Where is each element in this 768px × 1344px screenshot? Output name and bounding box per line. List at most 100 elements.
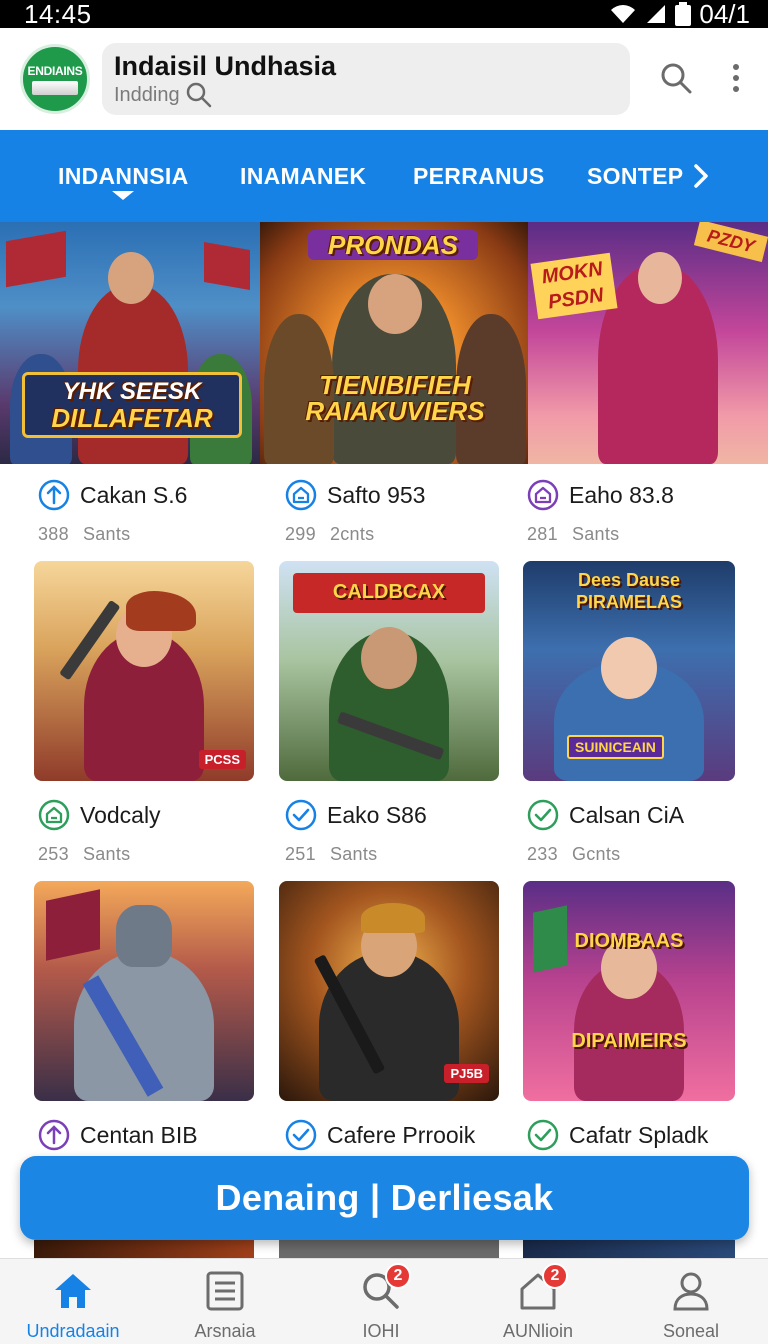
nav-item-profile[interactable]: Soneal [616,1259,766,1344]
item-title-row: Centan BIB [38,1118,198,1152]
wifi-icon [611,5,636,23]
character-head [108,252,154,304]
item-meta: 281 Sants [527,524,674,545]
tab-inamanek[interactable]: INAMANEK [240,130,366,222]
item-title: Cafere Prrooik [327,1121,476,1148]
item-title-row: Vodcaly [38,798,161,832]
status-bar: 14:45 04/1 [0,0,768,30]
character-head [368,274,422,334]
list-icon [203,1269,247,1313]
status-time: 14:45 [24,0,92,29]
chevron-right-icon[interactable] [690,163,712,189]
item-title: Vodcaly [80,801,161,828]
tab-label: SONTEP [587,162,684,189]
item-count: 253 [38,844,69,864]
header-search-button[interactable] [656,58,696,98]
logo-building-icon [32,80,78,95]
item-unit: 2cnts [329,524,375,544]
item-meta: 299 2cnts [285,524,425,545]
house-outline-icon: 2 [516,1263,568,1313]
overflow-menu-button[interactable] [724,58,748,98]
nav-item-house[interactable]: 2 AUNlioin [463,1259,613,1344]
item-meta: 253 Sants [38,844,161,865]
list-item[interactable]: Eaho 83.8 281 Sants [527,478,674,545]
game-tile[interactable]: DIOMBAAS DIPAIMEIRS [523,881,735,1101]
banner-panel-3[interactable]: MOKN PSDN PZDY [528,222,768,464]
game-tile[interactable]: Dees Dause PIRAMELAS SUINICEAIN [523,561,735,781]
game-tile[interactable]: CALDBCAX [279,561,499,781]
banner-caption-top: PRONDAS [308,230,478,260]
tab-sontep[interactable]: SONTEP [587,130,683,222]
nav-label: IOHI [362,1321,400,1341]
banner-panel-1[interactable]: YHK SEESK DILLAFETAR [0,222,260,464]
hair-shape [361,903,425,933]
item-count: 299 [285,524,316,544]
item-title: Centan BIB [80,1121,198,1148]
banner-caption: MOKN PSDN [530,252,618,320]
nav-label: Soneal [662,1321,720,1341]
tile-peek [523,1240,735,1258]
list-item[interactable]: Safto 953 299 2cnts [285,478,425,545]
item-title-row: Safto 953 [285,478,425,512]
caption-line: YHK SEESK [62,378,202,405]
tile-caption: DIOMBAAS DIPAIMEIRS [571,930,687,1052]
tile-peek [279,1240,499,1258]
tab-indannsia[interactable]: INDANNSIA [58,130,188,222]
game-tile[interactable] [34,881,254,1101]
battery-icon [675,2,692,26]
item-unit: Sants [571,524,620,544]
nav-label: Arsnaia [194,1321,256,1341]
nav-label: AUNlioin [502,1321,574,1341]
list-item[interactable]: Vodcaly 253 Sants [38,798,161,865]
item-unit: Sants [82,524,131,544]
item-title-row: Cafere Prrooik [285,1118,475,1152]
item-title-row: Cakan S.6 [38,478,187,512]
tile-caption: CALDBCAX [332,581,446,603]
item-meta: 251 Sants [285,844,427,865]
nav-label: Undradaain [26,1321,120,1341]
item-title: Calsan CiA [569,801,685,828]
game-tile[interactable]: PJ5B [279,881,499,1101]
tab-label: PERRANUS [413,162,545,189]
active-tab-indicator [112,191,135,200]
primary-cta-button[interactable]: Denaing | Derliesak [20,1156,749,1240]
game-tile[interactable]: PCSS [34,561,254,781]
page-title: Indaisil Undhasia [114,51,337,81]
logo-text: ENDIAINS [27,63,83,78]
nav-item-home[interactable]: Undradaain [0,1259,148,1344]
list-item[interactable]: Cakan S.6 388 Sants [38,478,187,545]
search-icon: 2 [359,1263,411,1313]
caption-line: DILLAFETAR [51,403,213,433]
item-title: Eako S86 [327,801,427,828]
caption-line: RAIAKUVIERS [305,396,485,426]
list-item[interactable]: Centan BIB [38,1118,198,1152]
home-circle-icon [527,479,559,511]
list-item[interactable]: Eako S86 251 Sants [285,798,427,865]
search-field[interactable]: Indaisil Undhasia Indding [102,43,630,115]
signal-icon [647,5,666,23]
list-item[interactable]: Calsan CiA 233 Gcnts [527,798,684,865]
tab-label: INAMANEK [240,162,367,189]
list-item[interactable]: Cafatr Spladk [527,1118,708,1152]
list-item[interactable]: Cafere Prrooik [285,1118,475,1152]
tile-tag: PJ5B [444,1064,489,1083]
app-logo[interactable]: ENDIAINS [20,44,90,114]
helmet-shape [116,905,172,967]
check-circle-icon [285,799,317,831]
featured-banner[interactable]: YHK SEESK DILLAFETAR PRONDAS TIENIBIFIEH… [0,222,768,464]
character-head [638,252,682,304]
banner-panel-2[interactable]: PRONDAS TIENIBIFIEH RAIAKUVIERS [260,222,528,464]
app-screen: 14:45 04/1 ENDIAINS Indaisil Undhasia In… [0,0,768,1344]
flag-icon [46,889,100,961]
nav-item-list[interactable]: Arsnaia [150,1259,300,1344]
dot-icon [733,86,739,92]
item-count: 388 [38,524,69,544]
item-title-row: Calsan CiA [527,798,684,832]
item-count: 233 [527,844,558,864]
caption-line: TIENIBIFIEH [319,370,471,400]
search-icon [661,63,692,94]
tab-perranus[interactable]: PERRANUS [413,130,544,222]
tile-caption: Dees Dause PIRAMELAS [575,570,682,612]
status-icons: 04/1 [609,0,750,30]
nav-item-search[interactable]: 2 IOHI [306,1259,456,1344]
